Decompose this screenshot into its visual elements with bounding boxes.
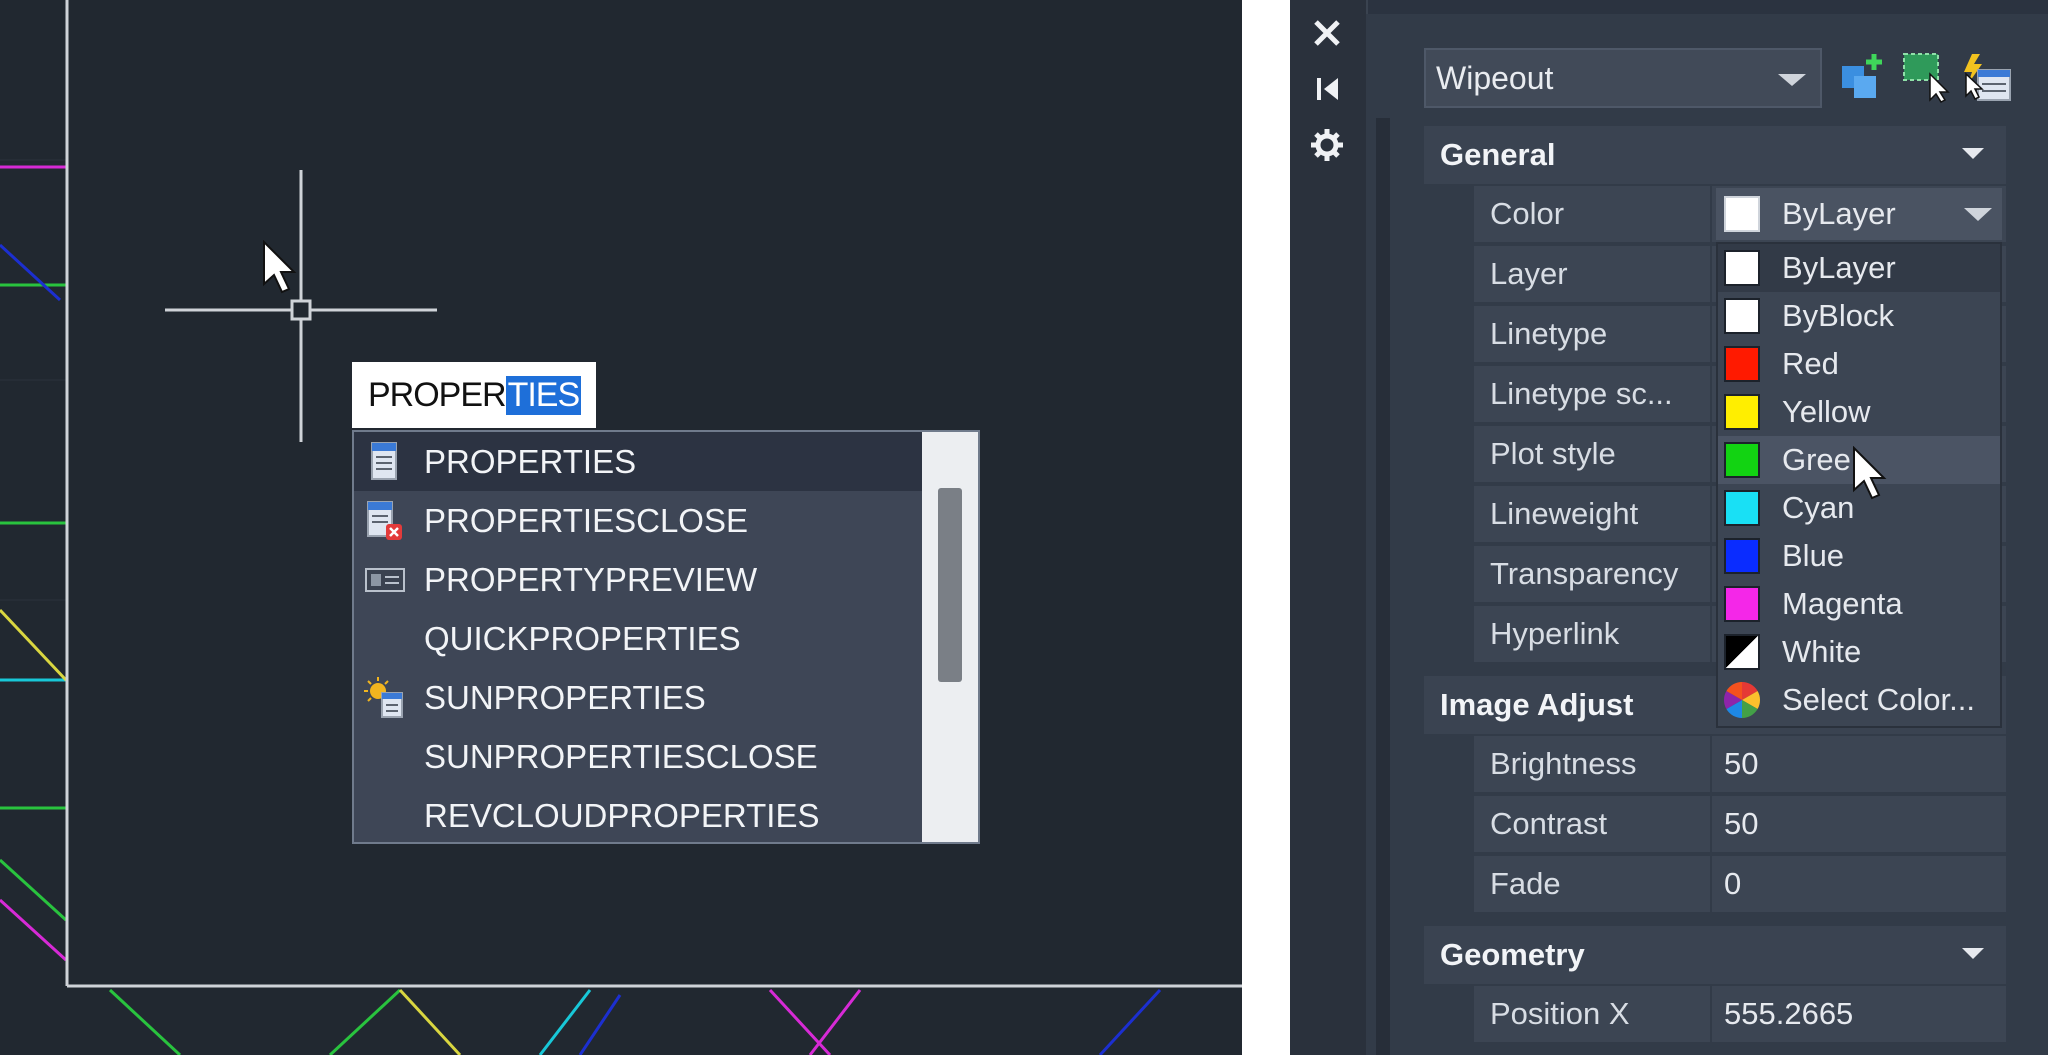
property-value[interactable]: 555.2665 xyxy=(1712,986,2006,1042)
color-option-magenta[interactable]: Magenta xyxy=(1718,580,2000,628)
property-name: Layer xyxy=(1474,246,1710,302)
autocomplete-item-label: SUNPROPERTIESCLOSE xyxy=(424,737,818,775)
property-name: Color xyxy=(1474,186,1710,242)
color-swatch xyxy=(1724,250,1760,286)
chevron-down-icon[interactable] xyxy=(1964,208,1992,221)
color-option-label: ByLayer xyxy=(1782,250,1896,285)
color-option-label: ByBlock xyxy=(1782,298,1894,333)
settings-icon[interactable] xyxy=(1308,126,1346,164)
property-name: Lineweight xyxy=(1474,486,1710,542)
properties-close-icon xyxy=(367,501,402,540)
properties-icon xyxy=(371,442,397,480)
palette-titlebar xyxy=(1290,0,1368,1055)
property-value[interactable]: 50 xyxy=(1712,736,2006,792)
property-row-fade[interactable]: Fade 0 xyxy=(1474,856,2006,914)
color-option-label: Magenta xyxy=(1782,586,1903,621)
quick-select-icon[interactable] xyxy=(1960,50,2014,104)
command-input[interactable]: PROPER TIES xyxy=(352,362,596,428)
property-name: Brightness xyxy=(1474,736,1710,792)
autocomplete-item-label: PROPERTIESCLOSE xyxy=(424,501,748,539)
property-name: Transparency xyxy=(1474,546,1710,602)
color-swatch xyxy=(1724,538,1760,574)
autocomplete-item-revcloudproperties[interactable]: REVCLOUDPROPERTIES xyxy=(354,786,926,845)
property-name: Linetype sc... xyxy=(1474,366,1710,422)
section-title: General xyxy=(1440,137,1556,172)
command-autocomplete-selection: TIES xyxy=(505,375,582,415)
color-swatch xyxy=(1724,442,1760,478)
color-option-select-color[interactable]: Select Color... xyxy=(1718,676,2000,724)
color-swatch xyxy=(1724,346,1760,382)
object-type-value: Wipeout xyxy=(1436,59,1554,96)
drawing-canvas[interactable]: PROPER TIES PROPERTIES PROPERTIESCLOSE P… xyxy=(0,0,1242,1055)
property-name: Hyperlink xyxy=(1474,606,1710,662)
autocomplete-list: PROPERTIES PROPERTIESCLOSE PROPERTYPREVI… xyxy=(352,430,980,844)
autocomplete-item-sunpropertiesclose[interactable]: SUNPROPERTIESCLOSE xyxy=(354,727,926,786)
property-preview-icon xyxy=(365,568,405,592)
color-option-label: Select Color... xyxy=(1782,682,1975,717)
palette-scrollbar[interactable] xyxy=(1376,118,1390,1055)
chevron-down-icon xyxy=(1778,74,1806,86)
color-swatch xyxy=(1724,394,1760,430)
section-title: Image Adjust xyxy=(1440,687,1634,722)
autocomplete-item-label: PROPERTIES xyxy=(424,442,637,480)
autocomplete-item-propertypreview[interactable]: PROPERTYPREVIEW xyxy=(354,550,926,609)
command-typed-text: PROPER xyxy=(368,375,507,414)
color-option-label: Red xyxy=(1782,346,1839,381)
autocomplete-item-label: PROPERTYPREVIEW xyxy=(424,560,758,598)
property-name: Plot style xyxy=(1474,426,1710,482)
color-option-byblock[interactable]: ByBlock xyxy=(1718,292,2000,340)
property-name: Fade xyxy=(1474,856,1710,912)
color-option-label: White xyxy=(1782,634,1862,669)
property-row-brightness[interactable]: Brightness 50 xyxy=(1474,736,2006,794)
section-title: Geometry xyxy=(1440,937,1585,972)
sun-properties-icon xyxy=(364,677,403,718)
property-name: Position X xyxy=(1474,986,1710,1042)
color-swatch xyxy=(1724,634,1760,670)
autocomplete-item-propertiesclose[interactable]: PROPERTIESCLOSE xyxy=(354,491,926,550)
color-option-red[interactable]: Red xyxy=(1718,340,2000,388)
color-wheel-icon xyxy=(1723,682,1761,718)
color-option-label: Yellow xyxy=(1782,394,1871,429)
property-row-position-x[interactable]: Position X 555.2665 xyxy=(1474,986,2006,1044)
section-general-header[interactable]: General xyxy=(1424,126,2006,184)
color-option-label: Blue xyxy=(1782,538,1845,573)
property-name: Contrast xyxy=(1474,796,1710,852)
property-value[interactable]: 50 xyxy=(1712,796,2006,852)
mouse-pointer-icon xyxy=(1853,446,1887,500)
color-swatch xyxy=(1724,298,1760,334)
color-swatch xyxy=(1724,196,1760,232)
autocomplete-item-quickproperties[interactable]: QUICKPROPERTIES xyxy=(354,609,926,668)
autocomplete-item-sunproperties[interactable]: SUNPROPERTIES xyxy=(354,668,926,727)
property-row-contrast[interactable]: Contrast 50 xyxy=(1474,796,2006,854)
toggle-pickadd-icon[interactable] xyxy=(1838,50,1892,104)
autocomplete-item-label: QUICKPROPERTIES xyxy=(424,619,741,657)
color-select-value: ByLayer xyxy=(1782,196,1896,231)
color-option-yellow[interactable]: Yellow xyxy=(1718,388,2000,436)
close-icon[interactable] xyxy=(1308,14,1346,52)
collapse-arrow-icon[interactable] xyxy=(1962,148,1984,159)
section-geometry-header[interactable]: Geometry xyxy=(1424,926,2006,984)
color-option-bylayer[interactable]: ByLayer xyxy=(1718,244,2000,292)
autocomplete-item-properties[interactable]: PROPERTIES xyxy=(354,432,926,491)
object-type-select[interactable]: Wipeout xyxy=(1424,48,1822,108)
color-option-label: Cyan xyxy=(1782,490,1855,525)
property-value[interactable]: 0 xyxy=(1712,856,2006,912)
screenshot-gap xyxy=(1242,0,1290,1055)
color-option-blue[interactable]: Blue xyxy=(1718,532,2000,580)
color-swatch xyxy=(1724,490,1760,526)
select-objects-icon[interactable] xyxy=(1900,50,1954,104)
color-option-white[interactable]: White xyxy=(1718,628,2000,676)
autocomplete-item-label: REVCLOUDPROPERTIES xyxy=(424,796,820,834)
property-name: Linetype xyxy=(1474,306,1710,362)
color-swatch xyxy=(1724,586,1760,622)
collapse-arrow-icon[interactable] xyxy=(1962,948,1984,959)
autocomplete-scrollbar[interactable] xyxy=(922,432,978,842)
mouse-pointer-icon xyxy=(263,240,297,294)
autocomplete-item-label: SUNPROPERTIES xyxy=(424,678,706,716)
auto-hide-icon[interactable] xyxy=(1308,70,1346,108)
autocomplete-scroll-thumb[interactable] xyxy=(938,488,962,682)
color-select[interactable]: ByLayer xyxy=(1716,188,2002,240)
color-option-label: Gree xyxy=(1782,442,1851,477)
